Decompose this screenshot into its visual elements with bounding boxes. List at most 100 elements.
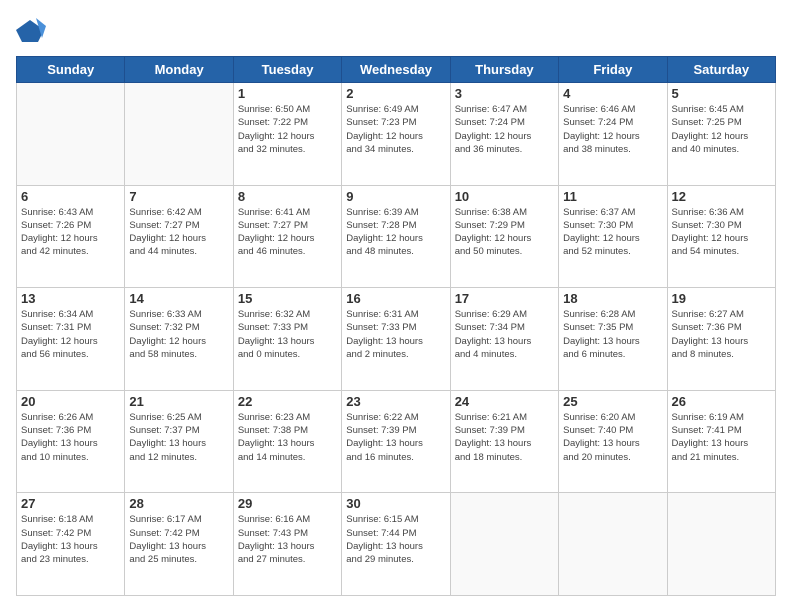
day-number: 17 <box>455 291 554 306</box>
calendar-cell: 24 Sunrise: 6:21 AMSunset: 7:39 PMDayligh… <box>450 390 558 493</box>
day-number: 10 <box>455 189 554 204</box>
day-info: Sunrise: 6:17 AMSunset: 7:42 PMDaylight:… <box>129 513 228 566</box>
day-info: Sunrise: 6:37 AMSunset: 7:30 PMDaylight:… <box>563 206 662 259</box>
day-info: Sunrise: 6:19 AMSunset: 7:41 PMDaylight:… <box>672 411 771 464</box>
calendar-cell: 12 Sunrise: 6:36 AMSunset: 7:30 PMDayligh… <box>667 185 775 288</box>
header <box>16 16 776 46</box>
day-info: Sunrise: 6:27 AMSunset: 7:36 PMDaylight:… <box>672 308 771 361</box>
calendar-weekday-monday: Monday <box>125 57 233 83</box>
day-info: Sunrise: 6:41 AMSunset: 7:27 PMDaylight:… <box>238 206 337 259</box>
day-number: 15 <box>238 291 337 306</box>
day-number: 25 <box>563 394 662 409</box>
calendar-weekday-thursday: Thursday <box>450 57 558 83</box>
day-number: 29 <box>238 496 337 511</box>
day-number: 6 <box>21 189 120 204</box>
day-number: 18 <box>563 291 662 306</box>
day-number: 2 <box>346 86 445 101</box>
page: SundayMondayTuesdayWednesdayThursdayFrid… <box>0 0 792 612</box>
calendar-week-row: 27 Sunrise: 6:18 AMSunset: 7:42 PMDayligh… <box>17 493 776 596</box>
calendar-cell: 23 Sunrise: 6:22 AMSunset: 7:39 PMDayligh… <box>342 390 450 493</box>
day-number: 11 <box>563 189 662 204</box>
day-info: Sunrise: 6:34 AMSunset: 7:31 PMDaylight:… <box>21 308 120 361</box>
calendar-cell: 4 Sunrise: 6:46 AMSunset: 7:24 PMDaylight… <box>559 83 667 186</box>
calendar-cell: 29Sunrise: 6:16 AMSunset: 7:43 PMDayligh… <box>233 493 341 596</box>
day-info: Sunrise: 6:50 AMSunset: 7:22 PMDaylight:… <box>238 103 337 156</box>
calendar-table: SundayMondayTuesdayWednesdayThursdayFrid… <box>16 56 776 596</box>
day-info: Sunrise: 6:32 AMSunset: 7:33 PMDaylight:… <box>238 308 337 361</box>
day-number: 21 <box>129 394 228 409</box>
day-info: Sunrise: 6:31 AMSunset: 7:33 PMDaylight:… <box>346 308 445 361</box>
day-number: 8 <box>238 189 337 204</box>
day-number: 7 <box>129 189 228 204</box>
logo-icon <box>16 16 46 46</box>
calendar-cell: 15 Sunrise: 6:32 AMSunset: 7:33 PMDayligh… <box>233 288 341 391</box>
day-number: 9 <box>346 189 445 204</box>
day-number: 24 <box>455 394 554 409</box>
calendar-cell: 2 Sunrise: 6:49 AMSunset: 7:23 PMDaylight… <box>342 83 450 186</box>
calendar-cell: 20Sunrise: 6:26 AMSunset: 7:36 PMDayligh… <box>17 390 125 493</box>
day-number: 14 <box>129 291 228 306</box>
calendar-cell: 28 Sunrise: 6:17 AMSunset: 7:42 PMDayligh… <box>125 493 233 596</box>
day-info: Sunrise: 6:45 AMSunset: 7:25 PMDaylight:… <box>672 103 771 156</box>
calendar-cell: 17 Sunrise: 6:29 AMSunset: 7:34 PMDayligh… <box>450 288 558 391</box>
calendar-cell: 22Sunrise: 6:23 AMSunset: 7:38 PMDayligh… <box>233 390 341 493</box>
day-number: 19 <box>672 291 771 306</box>
calendar-cell: 18 Sunrise: 6:28 AMSunset: 7:35 PMDayligh… <box>559 288 667 391</box>
day-info: Sunrise: 6:21 AMSunset: 7:39 PMDaylight:… <box>455 411 554 464</box>
day-number: 22 <box>238 394 337 409</box>
calendar-cell: 16Sunrise: 6:31 AMSunset: 7:33 PMDayligh… <box>342 288 450 391</box>
calendar-cell <box>17 83 125 186</box>
day-info: Sunrise: 6:49 AMSunset: 7:23 PMDaylight:… <box>346 103 445 156</box>
day-number: 4 <box>563 86 662 101</box>
calendar-week-row: 6 Sunrise: 6:43 AMSunset: 7:26 PMDaylight… <box>17 185 776 288</box>
calendar-cell: 1 Sunrise: 6:50 AMSunset: 7:22 PMDaylight… <box>233 83 341 186</box>
day-info: Sunrise: 6:47 AMSunset: 7:24 PMDaylight:… <box>455 103 554 156</box>
day-info: Sunrise: 6:15 AMSunset: 7:44 PMDaylight:… <box>346 513 445 566</box>
day-info: Sunrise: 6:42 AMSunset: 7:27 PMDaylight:… <box>129 206 228 259</box>
day-number: 28 <box>129 496 228 511</box>
day-info: Sunrise: 6:20 AMSunset: 7:40 PMDaylight:… <box>563 411 662 464</box>
day-info: Sunrise: 6:33 AMSunset: 7:32 PMDaylight:… <box>129 308 228 361</box>
calendar-cell: 9 Sunrise: 6:39 AMSunset: 7:28 PMDaylight… <box>342 185 450 288</box>
calendar-cell <box>667 493 775 596</box>
calendar-cell: 6 Sunrise: 6:43 AMSunset: 7:26 PMDaylight… <box>17 185 125 288</box>
calendar-cell <box>125 83 233 186</box>
day-info: Sunrise: 6:38 AMSunset: 7:29 PMDaylight:… <box>455 206 554 259</box>
calendar-weekday-friday: Friday <box>559 57 667 83</box>
day-number: 23 <box>346 394 445 409</box>
calendar-weekday-tuesday: Tuesday <box>233 57 341 83</box>
day-number: 1 <box>238 86 337 101</box>
calendar-cell: 13 Sunrise: 6:34 AMSunset: 7:31 PMDayligh… <box>17 288 125 391</box>
calendar-cell: 14 Sunrise: 6:33 AMSunset: 7:32 PMDayligh… <box>125 288 233 391</box>
calendar-cell: 25 Sunrise: 6:20 AMSunset: 7:40 PMDayligh… <box>559 390 667 493</box>
day-number: 26 <box>672 394 771 409</box>
calendar-cell: 11 Sunrise: 6:37 AMSunset: 7:30 PMDayligh… <box>559 185 667 288</box>
calendar-cell: 10 Sunrise: 6:38 AMSunset: 7:29 PMDayligh… <box>450 185 558 288</box>
calendar-cell: 3Sunrise: 6:47 AMSunset: 7:24 PMDaylight… <box>450 83 558 186</box>
day-info: Sunrise: 6:28 AMSunset: 7:35 PMDaylight:… <box>563 308 662 361</box>
calendar-cell: 30Sunrise: 6:15 AMSunset: 7:44 PMDayligh… <box>342 493 450 596</box>
day-info: Sunrise: 6:39 AMSunset: 7:28 PMDaylight:… <box>346 206 445 259</box>
day-number: 13 <box>21 291 120 306</box>
calendar-cell: 21 Sunrise: 6:25 AMSunset: 7:37 PMDayligh… <box>125 390 233 493</box>
calendar-cell <box>559 493 667 596</box>
calendar-cell: 8 Sunrise: 6:41 AMSunset: 7:27 PMDaylight… <box>233 185 341 288</box>
calendar-cell: 26 Sunrise: 6:19 AMSunset: 7:41 PMDayligh… <box>667 390 775 493</box>
calendar-cell: 7 Sunrise: 6:42 AMSunset: 7:27 PMDaylight… <box>125 185 233 288</box>
day-info: Sunrise: 6:46 AMSunset: 7:24 PMDaylight:… <box>563 103 662 156</box>
day-info: Sunrise: 6:26 AMSunset: 7:36 PMDaylight:… <box>21 411 120 464</box>
calendar-week-row: 1 Sunrise: 6:50 AMSunset: 7:22 PMDaylight… <box>17 83 776 186</box>
day-info: Sunrise: 6:25 AMSunset: 7:37 PMDaylight:… <box>129 411 228 464</box>
day-number: 12 <box>672 189 771 204</box>
day-info: Sunrise: 6:43 AMSunset: 7:26 PMDaylight:… <box>21 206 120 259</box>
calendar-week-row: 20Sunrise: 6:26 AMSunset: 7:36 PMDayligh… <box>17 390 776 493</box>
calendar-cell: 5Sunrise: 6:45 AMSunset: 7:25 PMDaylight… <box>667 83 775 186</box>
day-info: Sunrise: 6:36 AMSunset: 7:30 PMDaylight:… <box>672 206 771 259</box>
calendar-cell <box>450 493 558 596</box>
logo <box>16 16 48 46</box>
day-info: Sunrise: 6:18 AMSunset: 7:42 PMDaylight:… <box>21 513 120 566</box>
calendar-cell: 19 Sunrise: 6:27 AMSunset: 7:36 PMDayligh… <box>667 288 775 391</box>
day-info: Sunrise: 6:22 AMSunset: 7:39 PMDaylight:… <box>346 411 445 464</box>
day-info: Sunrise: 6:29 AMSunset: 7:34 PMDaylight:… <box>455 308 554 361</box>
day-number: 27 <box>21 496 120 511</box>
